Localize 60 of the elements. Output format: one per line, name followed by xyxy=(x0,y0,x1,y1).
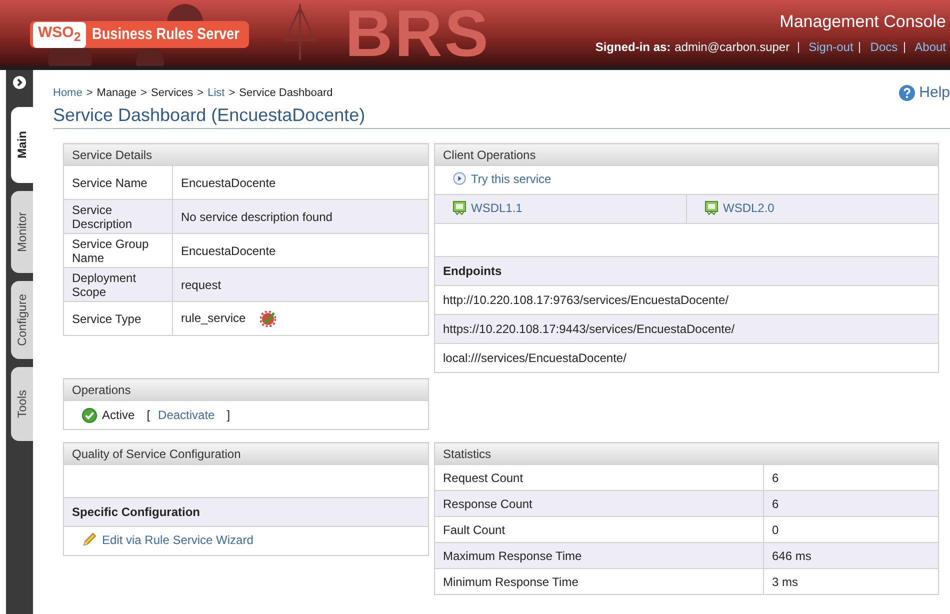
table-cell: Maximum Response Time xyxy=(434,542,764,568)
pencil-icon xyxy=(82,532,97,547)
table-cell: Service Type xyxy=(64,302,172,336)
page-title: Service Dashboard (EncuestaDocente) xyxy=(53,105,950,129)
logo-mark: WSO$_{2}$ xyxy=(33,22,86,48)
wsdl-link[interactable]: WSDL2.0 xyxy=(705,200,774,214)
document-icon xyxy=(453,200,466,214)
table-cell: 646 ms xyxy=(764,542,938,568)
table-cell: Service Description xyxy=(64,200,172,234)
breadcrumb-separator: > xyxy=(140,86,147,98)
header-link[interactable]: About xyxy=(904,42,946,52)
section-header: Quality of Service Configuration xyxy=(64,442,428,464)
sidebar-tab[interactable]: Main xyxy=(11,107,33,183)
table-cell: 3 ms xyxy=(764,568,938,594)
signed-in-label: Signed-in as: xyxy=(595,40,671,54)
gear-check-icon xyxy=(260,310,276,326)
banner-text: BRS xyxy=(345,1,490,65)
breadcrumb-separator: > xyxy=(228,86,236,98)
breadcrumb-item: Services xyxy=(150,86,194,98)
section-header: Statistics xyxy=(434,442,938,464)
endpoint-url: https://10.220.108.17:9443/services/EncuestaDocente/ xyxy=(434,314,938,344)
breadcrumb-link[interactable]: List xyxy=(208,86,225,98)
sidebar-tab[interactable]: Configure xyxy=(11,281,33,359)
endpoint-url: local:///services/EncuestaDocente/ xyxy=(434,344,938,372)
breadcrumb-link[interactable]: Home xyxy=(53,86,82,98)
endpoints-heading: Endpoints xyxy=(434,256,938,286)
expand-icon[interactable] xyxy=(13,76,26,89)
section-header: Service Details xyxy=(64,144,428,166)
sidebar-tab[interactable]: Tools xyxy=(11,367,33,441)
help-link[interactable]: Help xyxy=(899,84,950,101)
wsdl-link[interactable]: WSDL1.1 xyxy=(453,200,522,214)
section-header: Operations xyxy=(64,378,428,400)
breadcrumb-item: Manage xyxy=(96,86,137,98)
product-name: Business Rules Server xyxy=(92,26,240,44)
status-text: Active xyxy=(102,408,135,422)
table-cell: Deployment Scope xyxy=(64,268,172,302)
try-service-link[interactable]: Try this service xyxy=(453,172,552,186)
table-cell: 6 xyxy=(764,490,938,516)
console-title: Management Console xyxy=(780,12,946,32)
table-cell: request xyxy=(172,268,428,302)
header-link[interactable]: Docs xyxy=(859,42,898,52)
bracket: [ xyxy=(146,408,150,422)
table-cell: Minimum Response Time xyxy=(434,568,764,594)
table-cell: No service description found xyxy=(172,200,428,234)
header-link[interactable]: Sign-out xyxy=(798,42,854,52)
table-cell: rule_service xyxy=(172,302,428,336)
sidebar-tab[interactable]: Monitor xyxy=(11,191,33,273)
deactivate-link[interactable]: Deactivate xyxy=(158,408,215,422)
breadcrumb-separator: > xyxy=(86,86,93,98)
breadcrumb-separator: > xyxy=(197,86,204,98)
breadcrumb-item: Service Dashboard xyxy=(239,86,333,98)
bracket: ] xyxy=(226,408,230,422)
table-cell: Response Count xyxy=(434,490,764,516)
document-icon xyxy=(705,200,718,214)
section-subheading: Specific Configuration xyxy=(64,498,428,526)
section-header: Client Operations xyxy=(434,144,938,166)
wizard-link[interactable]: Edit via Rule Service Wizard xyxy=(82,532,254,547)
help-icon xyxy=(899,84,916,100)
play-icon xyxy=(453,172,466,186)
user-name: admin@carbon.super xyxy=(674,40,790,54)
